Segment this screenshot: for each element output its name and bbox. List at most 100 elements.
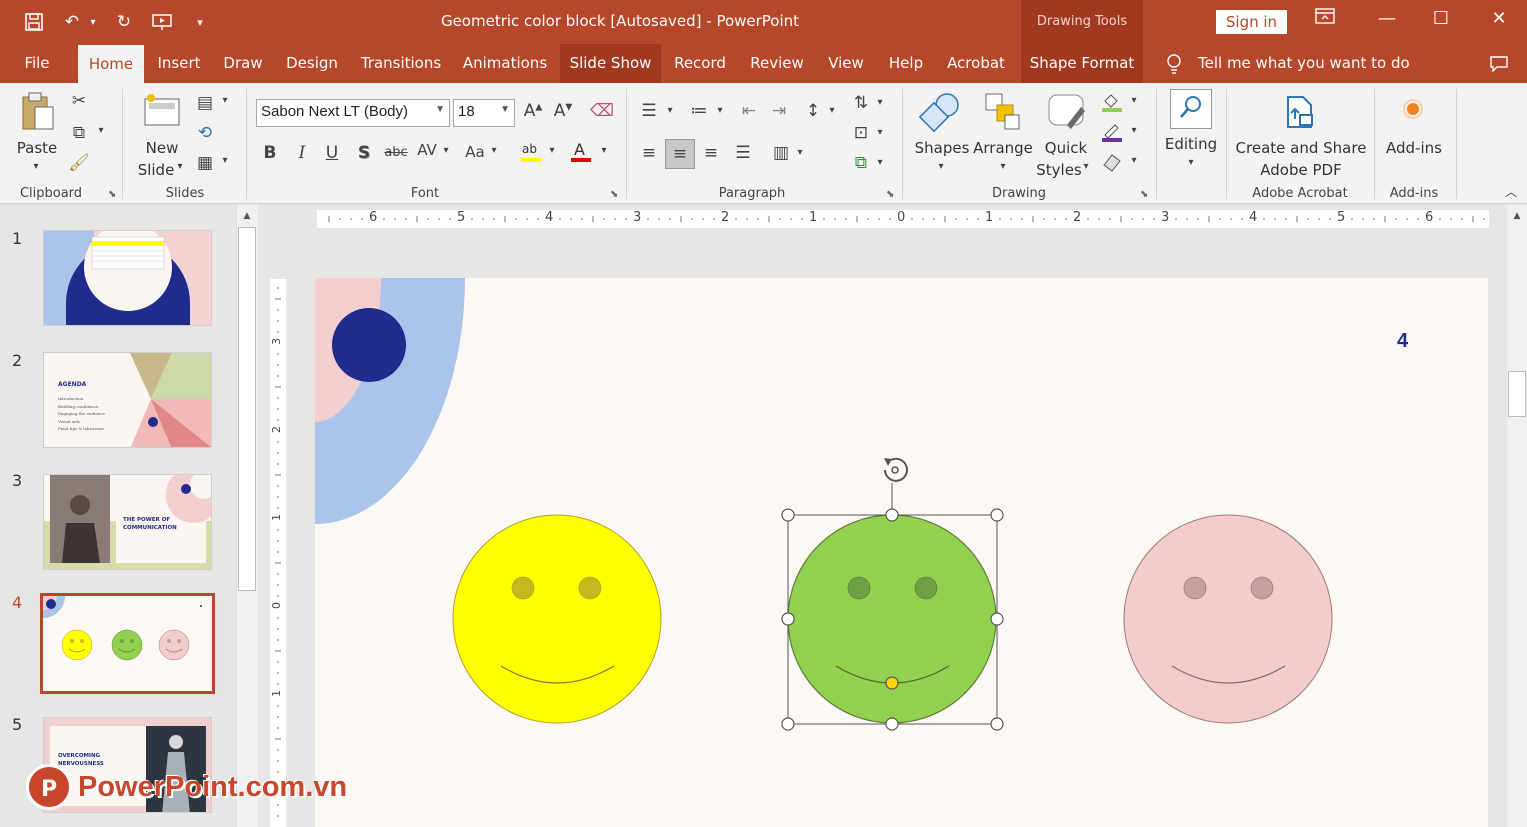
copy-icon[interactable]: ⧉ <box>68 123 90 143</box>
tab-insert[interactable]: Insert <box>150 44 208 83</box>
shapes-button[interactable]: Shapes <box>914 137 970 159</box>
tab-draw[interactable]: Draw <box>216 44 270 83</box>
font-name-dropdown-icon[interactable]: ▼ <box>435 104 445 115</box>
quick-styles-icon[interactable] <box>1044 91 1088 135</box>
slide-thumbnail-2[interactable]: AGENDA Introduction Building confidence … <box>43 352 212 448</box>
smartart-icon[interactable]: ⧉ <box>850 153 872 173</box>
arrange-button[interactable]: Arrange <box>972 137 1034 159</box>
character-spacing-dropdown-icon[interactable]: ▾ <box>440 145 452 156</box>
create-share-pdf-label-2[interactable]: Adobe PDF <box>1234 159 1368 181</box>
tab-home[interactable]: Home <box>78 45 144 83</box>
tab-shape-format[interactable]: Shape Format <box>1021 44 1143 83</box>
undo-dropdown-icon[interactable]: ▾ <box>86 10 100 34</box>
quick-styles-dropdown-icon[interactable]: ▾ <box>1080 161 1092 172</box>
paste-icon[interactable] <box>18 91 58 133</box>
line-spacing-icon[interactable]: ↕ <box>802 101 824 121</box>
shape-fill-dropdown-icon[interactable]: ▾ <box>1128 95 1140 106</box>
resize-handle[interactable] <box>885 717 899 731</box>
slide-thumbnail-1[interactable] <box>43 230 212 326</box>
smiley-yellow[interactable] <box>452 514 662 724</box>
strikethrough-icon[interactable]: abc <box>382 145 410 160</box>
editing-dropdown-icon[interactable]: ▾ <box>1184 157 1198 168</box>
columns-icon[interactable]: ▥ <box>770 143 792 163</box>
bullets-dropdown-icon[interactable]: ▾ <box>664 105 676 116</box>
shape-outline-dropdown-icon[interactable]: ▾ <box>1128 125 1140 136</box>
increase-font-size-icon[interactable]: A▲ <box>522 101 544 121</box>
comments-icon[interactable] <box>1488 52 1510 76</box>
resize-handle[interactable] <box>885 508 899 522</box>
add-ins-button[interactable]: Add-ins <box>1382 137 1446 159</box>
cut-icon[interactable]: ✂ <box>68 91 90 111</box>
scroll-up-icon[interactable]: ▲ <box>1509 211 1525 221</box>
tab-file[interactable]: File <box>14 44 60 83</box>
reset-slide-icon[interactable]: ⟲ <box>194 123 216 143</box>
font-size-combo[interactable]: 18 ▼ <box>453 99 515 127</box>
new-slide-dropdown-icon[interactable]: ▾ <box>174 161 186 172</box>
collapse-ribbon-icon[interactable]: ︿ <box>1502 183 1520 200</box>
new-slide-label-1[interactable]: New <box>138 137 186 159</box>
tab-record[interactable]: Record <box>668 44 732 83</box>
underline-icon[interactable]: U <box>322 143 342 163</box>
tab-transitions[interactable]: Transitions <box>356 44 446 83</box>
scroll-up-icon[interactable]: ▲ <box>239 211 255 221</box>
numbering-icon[interactable]: ≔ <box>688 101 710 121</box>
tab-view[interactable]: View <box>822 44 870 83</box>
resize-handle[interactable] <box>781 508 795 522</box>
align-right-icon[interactable]: ≡ <box>700 143 722 163</box>
tab-review[interactable]: Review <box>744 44 810 83</box>
slide-scrollbar[interactable]: ▲ <box>1507 205 1527 827</box>
change-case-icon[interactable]: Aa <box>462 143 488 161</box>
create-share-pdf-label-1[interactable]: Create and Share <box>1234 137 1368 159</box>
numbering-dropdown-icon[interactable]: ▾ <box>714 105 726 116</box>
resize-handle[interactable] <box>990 717 1004 731</box>
text-shadow-icon[interactable]: S <box>354 143 374 163</box>
slide-thumbnail-3[interactable]: THE POWER OF COMMUNICATION <box>43 474 212 570</box>
italic-icon[interactable]: I <box>292 143 312 163</box>
create-pdf-icon[interactable] <box>1282 93 1318 133</box>
shape-effects-dropdown-icon[interactable]: ▾ <box>1128 155 1140 166</box>
clipboard-launcher-icon[interactable]: ⬊ <box>108 189 116 200</box>
ribbon-display-options-icon[interactable] <box>1310 8 1340 34</box>
copy-dropdown-icon[interactable]: ▾ <box>94 125 108 136</box>
tab-acrobat[interactable]: Acrobat <box>940 44 1012 83</box>
tell-me-search[interactable]: Tell me what you want to do <box>1198 54 1410 72</box>
drawing-launcher-icon[interactable]: ⬊ <box>1140 189 1148 200</box>
font-launcher-icon[interactable]: ⬊ <box>610 189 618 200</box>
increase-indent-icon[interactable]: ⇥ <box>768 101 790 121</box>
line-spacing-dropdown-icon[interactable]: ▾ <box>826 105 838 116</box>
new-slide-label-2[interactable]: Slide <box>134 159 178 181</box>
clear-formatting-icon[interactable]: ⌫ <box>590 101 614 121</box>
editing-button[interactable]: Editing <box>1162 133 1220 155</box>
save-icon[interactable] <box>22 10 46 34</box>
new-slide-icon[interactable] <box>142 93 182 129</box>
smartart-dropdown-icon[interactable]: ▾ <box>874 157 886 168</box>
character-spacing-icon[interactable]: AV <box>414 141 440 159</box>
resize-handle[interactable] <box>990 508 1004 522</box>
customize-qat-icon[interactable]: ▾ <box>192 10 208 34</box>
shapes-dropdown-icon[interactable]: ▾ <box>934 161 948 172</box>
text-direction-icon[interactable]: ⇅ <box>850 93 872 113</box>
resize-handle[interactable] <box>781 612 795 626</box>
align-text-dropdown-icon[interactable]: ▾ <box>874 127 886 138</box>
smiley-pink[interactable] <box>1123 514 1333 724</box>
slide-canvas[interactable]: 4 <box>315 278 1488 827</box>
section-dropdown-icon[interactable]: ▾ <box>218 155 232 166</box>
format-painter-icon[interactable]: 🖌 <box>68 153 90 173</box>
tab-help[interactable]: Help <box>882 44 930 83</box>
change-case-dropdown-icon[interactable]: ▾ <box>488 145 500 156</box>
shape-effects-icon[interactable] <box>1100 151 1124 175</box>
justify-icon[interactable]: ☰ <box>732 143 754 163</box>
tab-slide-show[interactable]: Slide Show <box>560 44 661 83</box>
paste-dropdown-icon[interactable]: ▾ <box>26 161 46 172</box>
quick-styles-label-2[interactable]: Styles <box>1034 159 1084 181</box>
decrease-font-size-icon[interactable]: A▼ <box>552 101 574 121</box>
slide-thumbnail-4-selected[interactable] <box>40 593 215 694</box>
decrease-indent-icon[interactable]: ⇤ <box>738 101 760 121</box>
adjustment-handle[interactable] <box>885 676 899 690</box>
resize-handle[interactable] <box>990 612 1004 626</box>
align-center-icon[interactable]: ≡ <box>665 139 695 169</box>
shape-outline-icon[interactable] <box>1100 121 1124 145</box>
font-name-combo[interactable]: Sabon Next LT (Body) ▼ <box>256 99 450 127</box>
undo-icon[interactable]: ↶ <box>60 10 84 34</box>
font-color-dropdown-icon[interactable]: ▾ <box>598 145 610 156</box>
